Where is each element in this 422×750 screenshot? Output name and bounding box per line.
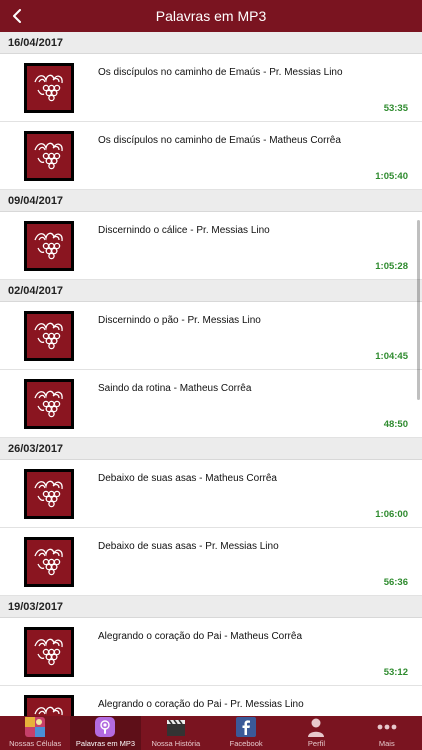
grape-logo-icon: [34, 232, 63, 260]
list-item[interactable]: Discernindo o pão - Pr. Messias Lino 1:04…: [0, 302, 422, 370]
tab-nossas-c-lulas[interactable]: Nossas Células: [0, 716, 70, 750]
episode-thumbnail: [10, 377, 88, 431]
list-item[interactable]: Discernindo o cálice - Pr. Messias Lino 1…: [0, 212, 422, 280]
episode-duration: 1:06:00: [375, 509, 408, 520]
episode-thumbnail: [10, 467, 88, 521]
episode-title: Os discípulos no caminho de Emaús - Pr. …: [98, 67, 343, 78]
facebook-icon: [235, 716, 257, 738]
chevron-left-icon: [13, 9, 21, 23]
list-item[interactable]: Saindo da rotina - Matheus Corrêa 48:50: [0, 370, 422, 438]
grape-logo-icon: [34, 706, 63, 716]
back-button[interactable]: [6, 0, 30, 32]
podcast-icon: [94, 716, 116, 738]
tab-perfil[interactable]: Perfil: [281, 716, 351, 750]
episode-thumbnail: [10, 309, 88, 363]
section-date-header: 02/04/2017: [0, 280, 422, 302]
page-title: Palavras em MP3: [155, 8, 267, 24]
tab-facebook[interactable]: Facebook: [211, 716, 281, 750]
list-item[interactable]: Os discípulos no caminho de Emaús - Math…: [0, 122, 422, 190]
tab-label: Mais: [378, 739, 395, 748]
tab-label: Facebook: [229, 739, 263, 748]
clapperboard-icon: [165, 716, 187, 738]
tab-label: Perfil: [307, 739, 326, 748]
episode-thumbnail: [10, 61, 88, 115]
episode-duration: 56:36: [383, 577, 408, 588]
list-item[interactable]: Os discípulos no caminho de Emaús - Pr. …: [0, 54, 422, 122]
episode-duration: 53:35: [383, 103, 408, 114]
grape-logo-icon: [34, 548, 63, 576]
tab-label: Nossas Células: [9, 739, 62, 748]
episode-list[interactable]: 16/04/2017 Os discípulos no caminho de Em…: [0, 32, 422, 716]
episode-title: Alegrando o coração do Pai - Matheus Cor…: [98, 631, 303, 642]
nav-bar: Palavras em MP3: [0, 0, 422, 32]
scrollbar[interactable]: [417, 220, 420, 400]
episode-thumbnail: [10, 219, 88, 273]
episode-title: Debaixo de suas asas - Pr. Messias Lino: [98, 541, 279, 552]
episode-duration: 1:05:28: [375, 261, 408, 272]
tab-mais[interactable]: Mais: [352, 716, 422, 750]
episode-duration: 48:50: [383, 419, 408, 430]
more-dots-icon: [376, 716, 398, 738]
episode-title: Discernindo o pão - Pr. Messias Lino: [98, 315, 261, 326]
list-item[interactable]: Debaixo de suas asas - Matheus Corrêa 1:0…: [0, 460, 422, 528]
tab-palavras-em-mp3[interactable]: Palavras em MP3: [70, 716, 141, 750]
episode-title: Os discípulos no caminho de Emaús - Math…: [98, 135, 341, 146]
episode-duration: 1:04:45: [375, 351, 408, 362]
episode-title: Saindo da rotina - Matheus Corrêa: [98, 383, 252, 394]
section-date-header: 19/03/2017: [0, 596, 422, 618]
episode-title: Debaixo de suas asas - Matheus Corrêa: [98, 473, 277, 484]
tab-label: Palavras em MP3: [75, 739, 136, 748]
episode-duration: 1:05:40: [375, 171, 408, 182]
list-item[interactable]: Debaixo de suas asas - Pr. Messias Lino 5…: [0, 528, 422, 596]
tab-nossa-hist-ria[interactable]: Nossa História: [141, 716, 211, 750]
episode-thumbnail: [10, 129, 88, 183]
episode-thumbnail: [10, 625, 88, 679]
episode-thumbnail: [10, 535, 88, 589]
episode-title: Discernindo o cálice - Pr. Messias Lino: [98, 225, 270, 236]
grape-logo-icon: [34, 638, 63, 666]
photos-icon: [24, 716, 46, 738]
section-date-header: 26/03/2017: [0, 438, 422, 460]
section-date-header: 09/04/2017: [0, 190, 422, 212]
section-date-header: 16/04/2017: [0, 32, 422, 54]
grape-logo-icon: [34, 480, 63, 508]
tab-label: Nossa História: [151, 739, 201, 748]
grape-logo-icon: [34, 142, 63, 170]
grape-logo-icon: [34, 74, 63, 102]
grape-logo-icon: [34, 322, 63, 350]
person-icon: [305, 716, 327, 738]
tab-bar: Nossas Células Palavras em MP3 Nossa Histó…: [0, 716, 422, 750]
episode-duration: 53:12: [383, 667, 408, 678]
episode-thumbnail: [10, 693, 88, 716]
grape-logo-icon: [34, 390, 63, 418]
episode-title: Alegrando o coração do Pai - Pr. Messias…: [98, 699, 304, 710]
list-item[interactable]: Alegrando o coração do Pai - Pr. Messias…: [0, 686, 422, 716]
list-item[interactable]: Alegrando o coração do Pai - Matheus Cor…: [0, 618, 422, 686]
